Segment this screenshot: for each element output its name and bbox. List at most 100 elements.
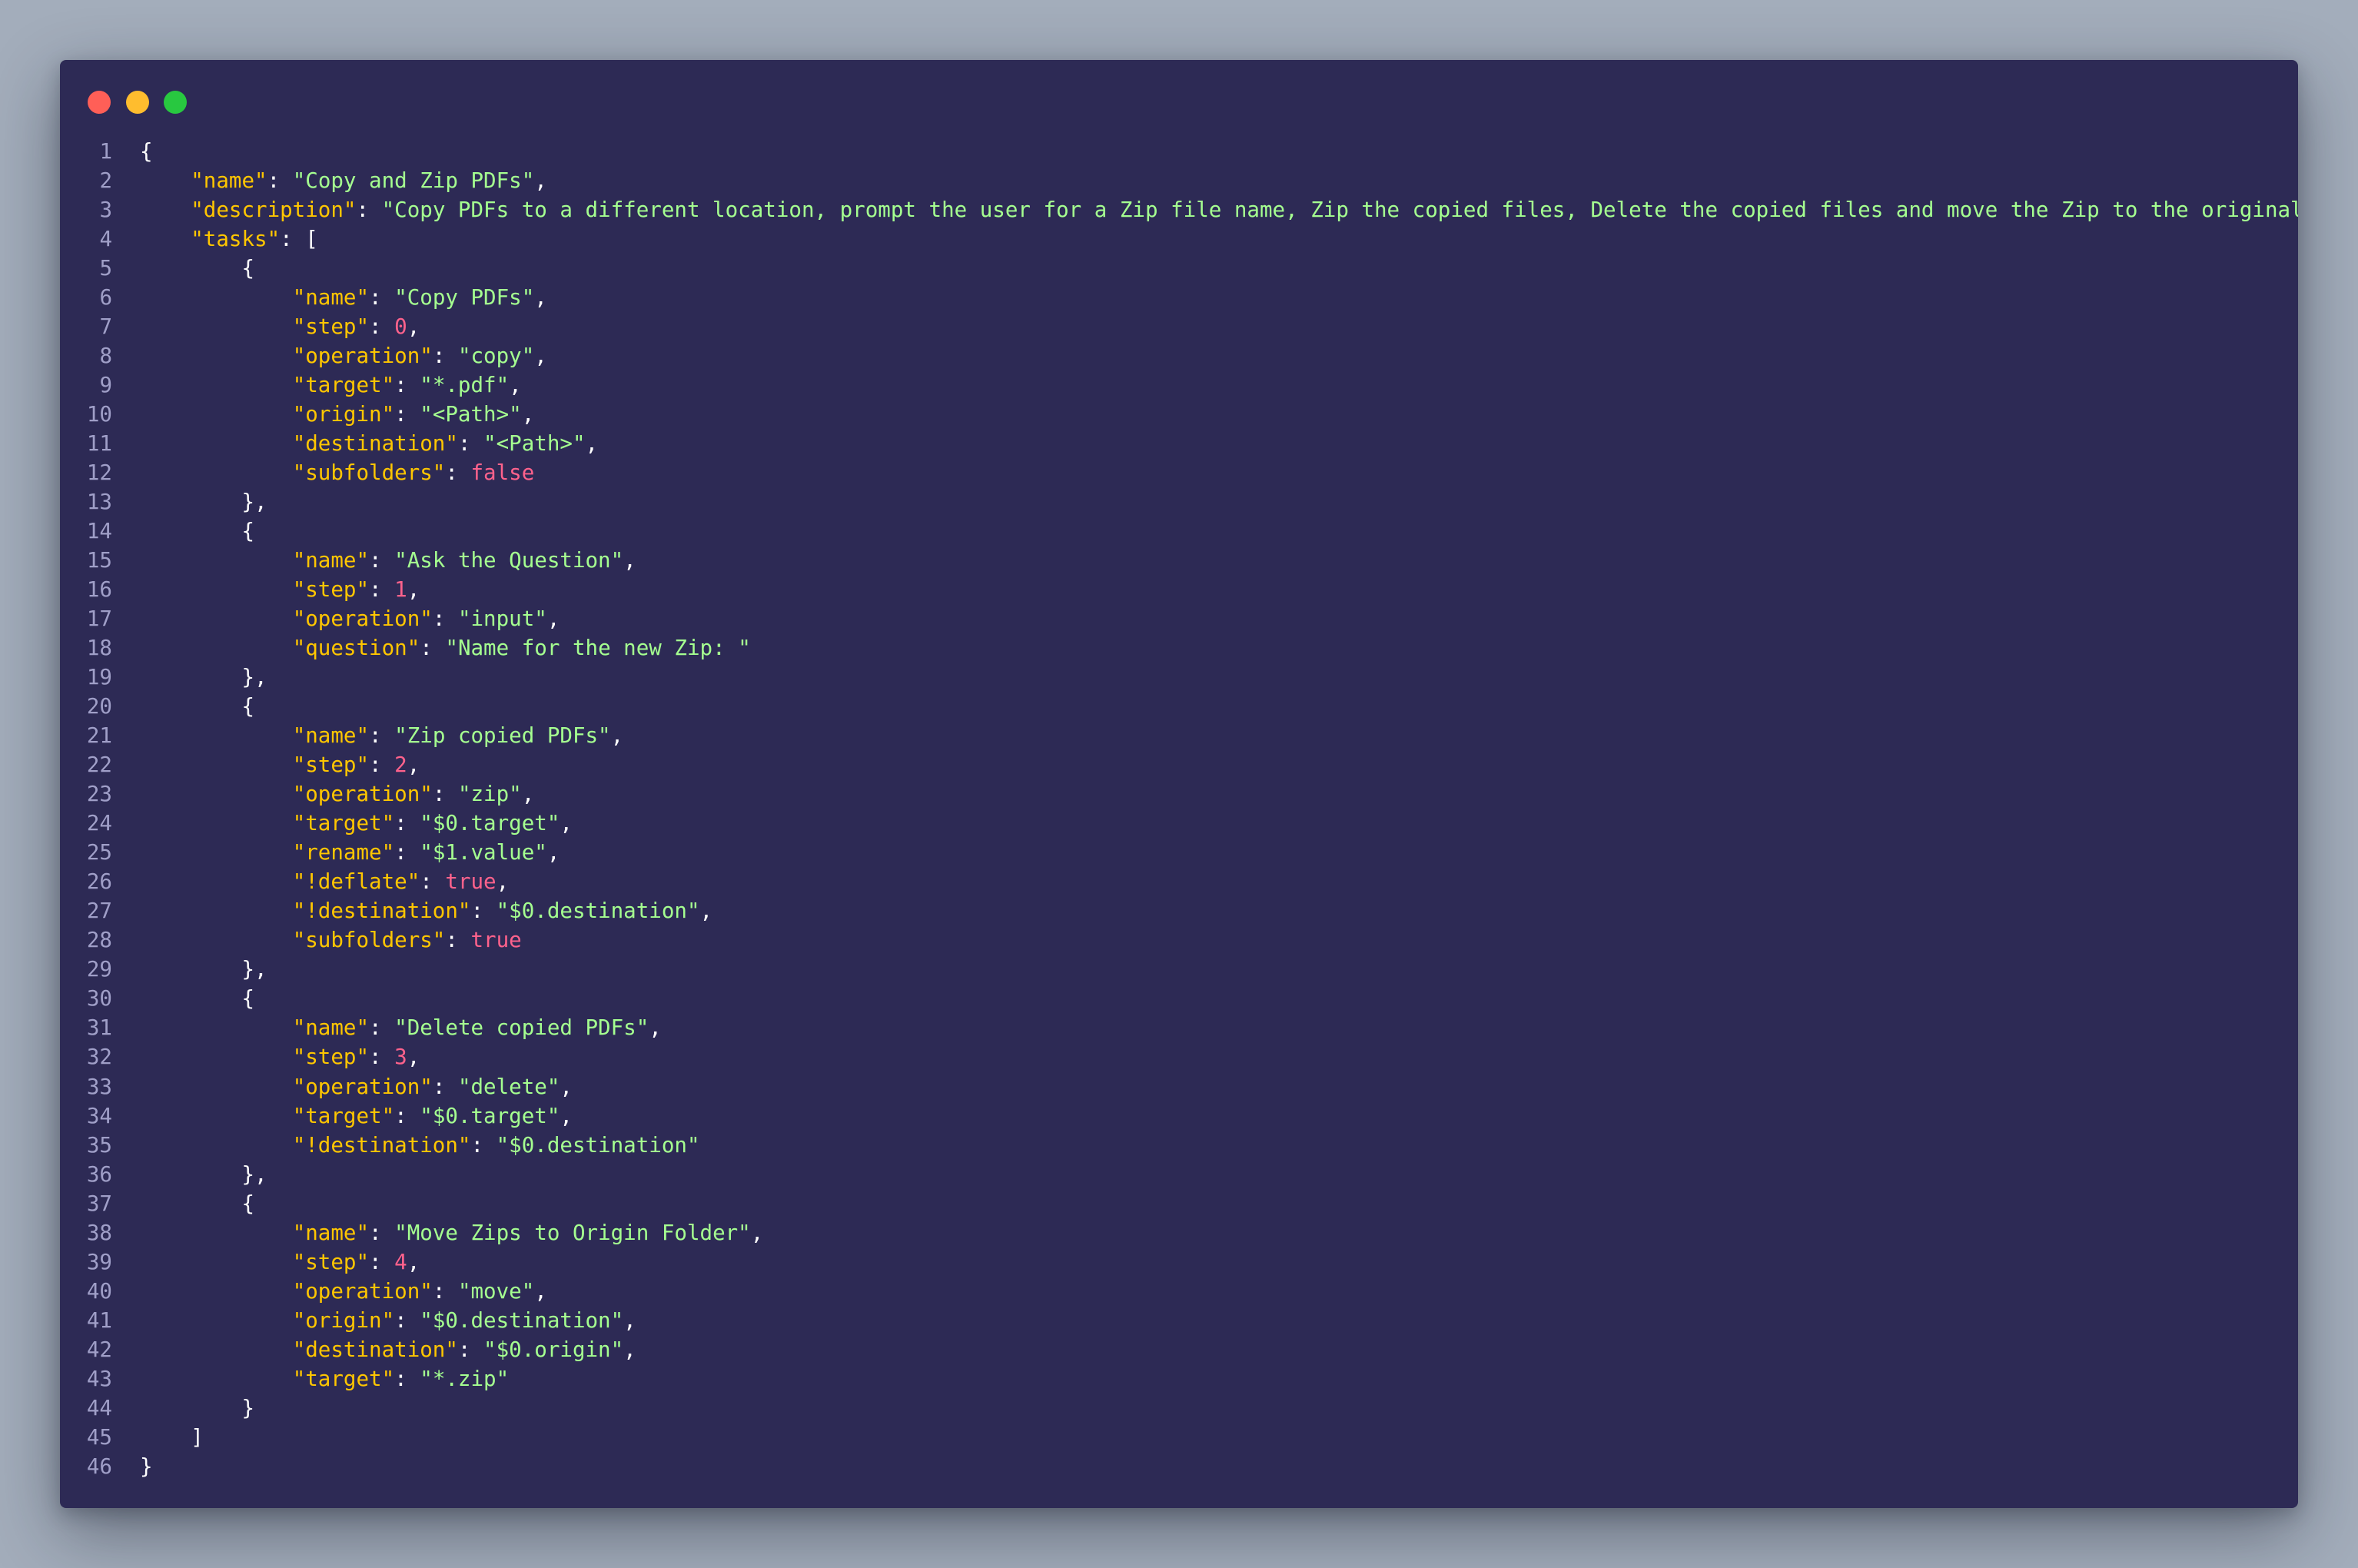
- code-content: "target": "*.zip": [140, 1364, 509, 1394]
- line-number: 26: [86, 869, 112, 895]
- code-punctuation: },: [241, 1161, 267, 1187]
- code-content: "name": "Delete copied PDFs",: [140, 1013, 662, 1042]
- line-number: 42: [86, 1337, 112, 1362]
- code-key: "target": [292, 1103, 395, 1128]
- code-line: 40 "operation": "move",: [60, 1277, 2298, 1306]
- line-number: 45: [86, 1424, 112, 1450]
- code-punctuation: :: [432, 606, 458, 632]
- code-content: {: [140, 692, 254, 721]
- code-line: 32 "step": 3,: [60, 1042, 2298, 1071]
- code-line: 23 "operation": "zip",: [60, 779, 2298, 809]
- code-content: },: [140, 1160, 267, 1189]
- code-line: 25 "rename": "$1.value",: [60, 838, 2298, 867]
- code-punctuation: ,: [623, 548, 636, 573]
- code-line: 21 "name": "Zip copied PDFs",: [60, 721, 2298, 750]
- code-string: "<Path>": [420, 402, 522, 427]
- code-punctuation: :: [267, 168, 293, 194]
- code-punctuation: ,: [521, 402, 535, 427]
- code-punctuation: ,: [560, 811, 573, 836]
- line-number: 38: [86, 1220, 112, 1245]
- line-number: 27: [86, 899, 112, 924]
- code-key: "operation": [292, 782, 433, 807]
- minimize-icon[interactable]: [126, 91, 149, 114]
- code-line: 1{: [60, 137, 2298, 166]
- code-content: "name": "Ask the Question",: [140, 546, 636, 575]
- code-key: "target": [292, 811, 395, 836]
- code-content: {: [140, 1189, 254, 1218]
- code-line: 4 "tasks": [: [60, 224, 2298, 254]
- code-punctuation: },: [241, 490, 267, 515]
- line-number: 44: [86, 1395, 112, 1420]
- code-content: "origin": "<Path>",: [140, 400, 535, 429]
- code-content: "operation": "zip",: [140, 779, 535, 809]
- code-punctuation: ,: [623, 1307, 636, 1333]
- code-punctuation: ,: [699, 899, 713, 924]
- line-number: 33: [86, 1074, 112, 1099]
- code-punctuation: :: [369, 752, 395, 778]
- line-number: 4: [99, 227, 112, 252]
- code-string: "$0.origin": [483, 1337, 624, 1362]
- code-line: 35 "!destination": "$0.destination": [60, 1131, 2298, 1160]
- code-content: "destination": "<Path>",: [140, 429, 598, 458]
- code-line: 42 "destination": "$0.origin",: [60, 1335, 2298, 1364]
- code-content: "step": 3,: [140, 1042, 420, 1071]
- code-punctuation: ,: [407, 752, 420, 778]
- code-line: 5 {: [60, 254, 2298, 283]
- code-key: "question": [292, 636, 420, 661]
- code-punctuation: :: [432, 1074, 458, 1099]
- line-number: 24: [86, 811, 112, 836]
- line-number: 41: [86, 1307, 112, 1333]
- code-content: "description": "Copy PDFs to a different…: [140, 195, 2298, 224]
- code-key: "destination": [292, 431, 458, 457]
- code-punctuation: :: [394, 1103, 420, 1128]
- line-number: 12: [86, 460, 112, 486]
- code-key: "target": [292, 1366, 395, 1391]
- line-number: 23: [86, 782, 112, 807]
- code-punctuation: {: [140, 139, 153, 164]
- code-string: "$1.value": [420, 840, 547, 865]
- code-string: "Delete copied PDFs": [394, 1015, 649, 1041]
- code-punctuation: :: [420, 636, 446, 661]
- code-punctuation: :: [445, 460, 471, 486]
- line-number: 5: [99, 256, 112, 281]
- code-value: 2: [394, 752, 407, 778]
- code-key: "!destination": [292, 1132, 471, 1158]
- code-line: 26 "!deflate": true,: [60, 867, 2298, 896]
- code-content: },: [140, 663, 267, 692]
- code-content: "origin": "$0.destination",: [140, 1306, 636, 1335]
- code-punctuation: :: [457, 1337, 484, 1362]
- code-punctuation: :: [356, 198, 382, 223]
- maximize-icon[interactable]: [164, 91, 187, 114]
- code-content: "target": "*.pdf",: [140, 370, 522, 400]
- code-string: "input": [457, 606, 547, 632]
- code-line: 13 },: [60, 487, 2298, 517]
- code-key: "origin": [292, 402, 395, 427]
- code-string: "Copy PDFs to a different location, prom…: [381, 198, 2298, 223]
- code-key: "name": [292, 548, 370, 573]
- code-string: "*.pdf": [420, 373, 510, 398]
- code-punctuation: ,: [750, 1220, 764, 1245]
- close-icon[interactable]: [88, 91, 111, 114]
- code-content: "question": "Name for the new Zip: ": [140, 633, 751, 663]
- code-content: }: [140, 1394, 254, 1423]
- code-value: false: [470, 460, 535, 486]
- code-punctuation: {: [241, 256, 255, 281]
- code-content: "name": "Copy and Zip PDFs",: [140, 166, 547, 195]
- code-line: 44 }: [60, 1394, 2298, 1423]
